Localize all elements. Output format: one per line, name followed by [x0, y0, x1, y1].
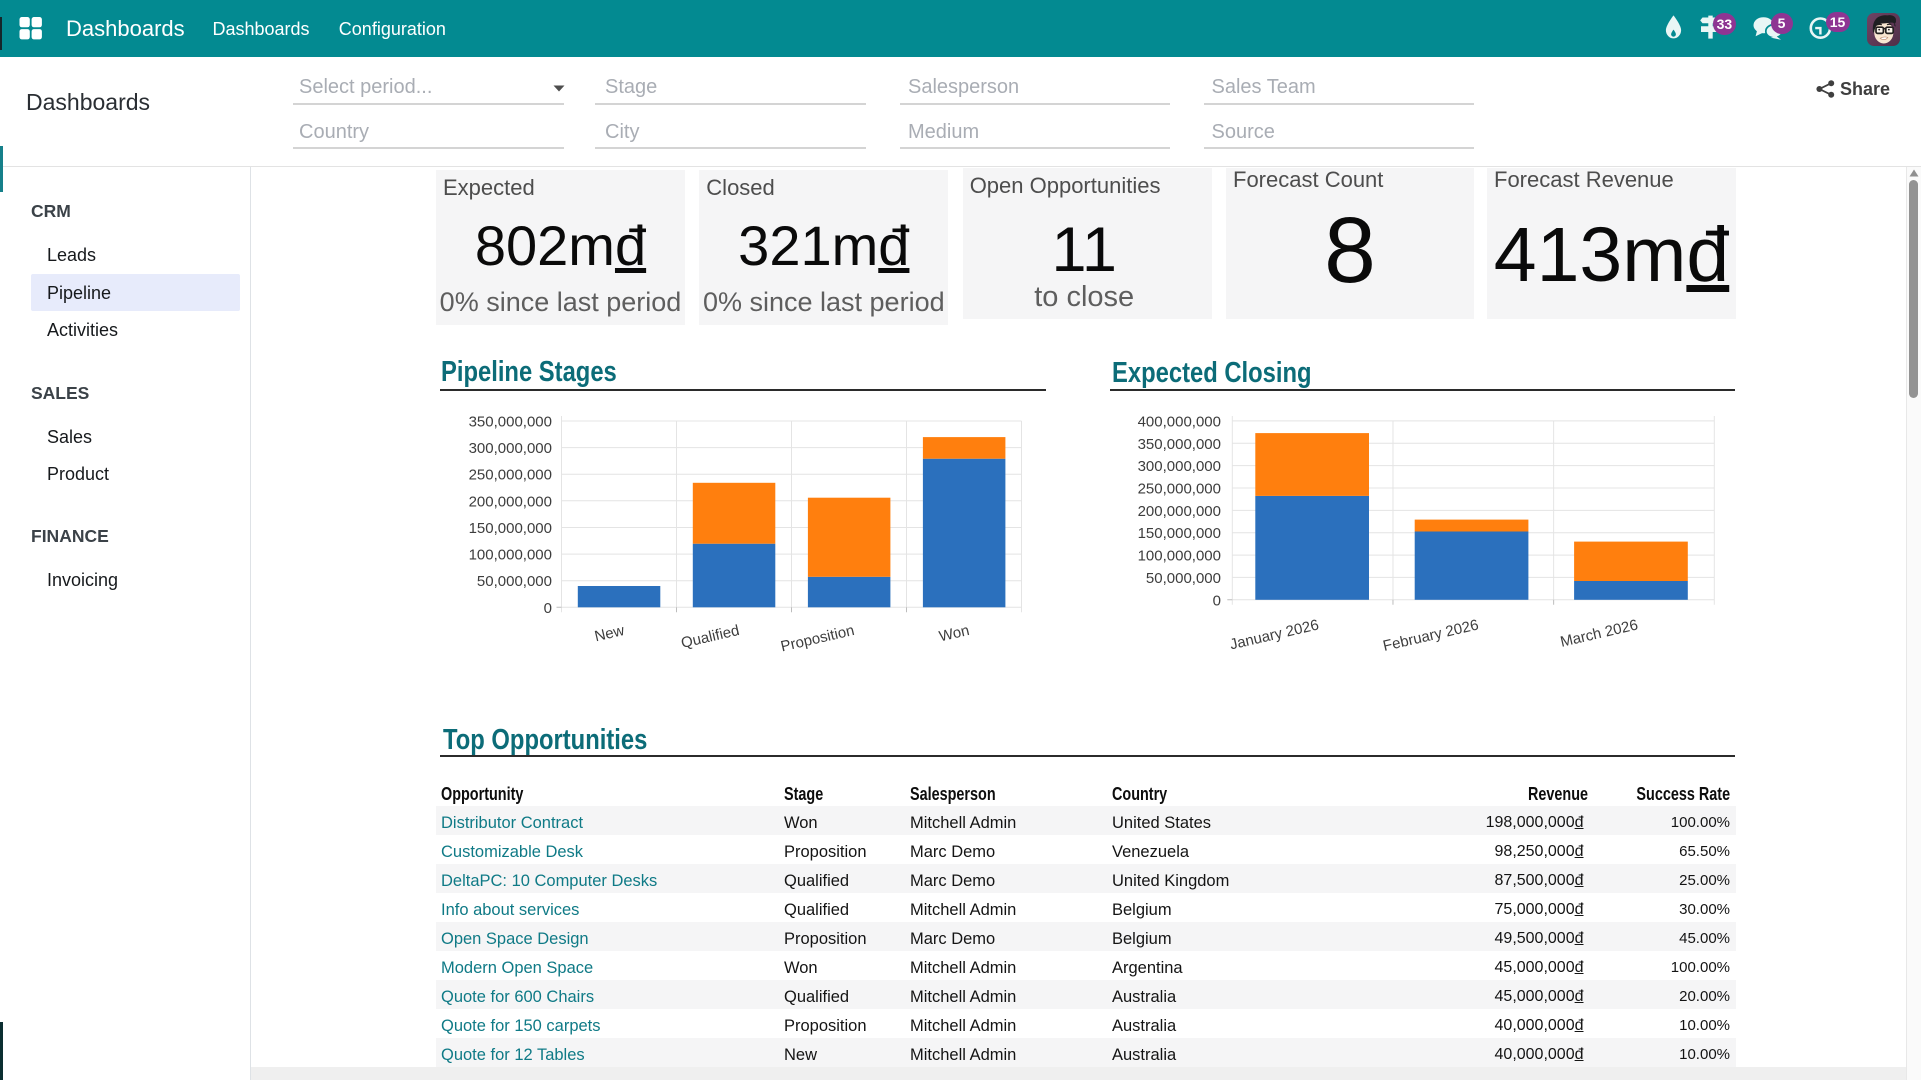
- svg-text:100,000,000: 100,000,000: [469, 547, 552, 564]
- svg-text:250,000,000: 250,000,000: [469, 467, 552, 484]
- svg-text:400,000,000: 400,000,000: [1138, 413, 1221, 430]
- svg-text:250,000,000: 250,000,000: [1138, 481, 1221, 498]
- svg-text:50,000,000: 50,000,000: [1146, 570, 1221, 587]
- svg-text:March 2026: March 2026: [1559, 616, 1640, 650]
- svg-text:New: New: [593, 622, 626, 645]
- svg-text:100,000,000: 100,000,000: [1138, 548, 1221, 565]
- svg-text:300,000,000: 300,000,000: [469, 440, 552, 457]
- svg-text:0: 0: [1213, 592, 1221, 609]
- svg-text:January 2026: January 2026: [1228, 616, 1320, 653]
- svg-text:150,000,000: 150,000,000: [1138, 525, 1221, 542]
- svg-text:150,000,000: 150,000,000: [469, 520, 552, 537]
- svg-text:0: 0: [544, 600, 552, 617]
- svg-text:300,000,000: 300,000,000: [1138, 458, 1221, 475]
- svg-text:Proposition: Proposition: [779, 622, 856, 655]
- svg-text:Qualified: Qualified: [680, 622, 742, 652]
- svg-text:200,000,000: 200,000,000: [1138, 503, 1221, 520]
- svg-text:200,000,000: 200,000,000: [469, 493, 552, 510]
- svg-text:350,000,000: 350,000,000: [1138, 436, 1221, 453]
- svg-text:50,000,000: 50,000,000: [477, 573, 552, 590]
- svg-text:350,000,000: 350,000,000: [469, 414, 552, 431]
- svg-text:February 2026: February 2026: [1381, 616, 1480, 655]
- svg-text:Won: Won: [937, 622, 971, 645]
